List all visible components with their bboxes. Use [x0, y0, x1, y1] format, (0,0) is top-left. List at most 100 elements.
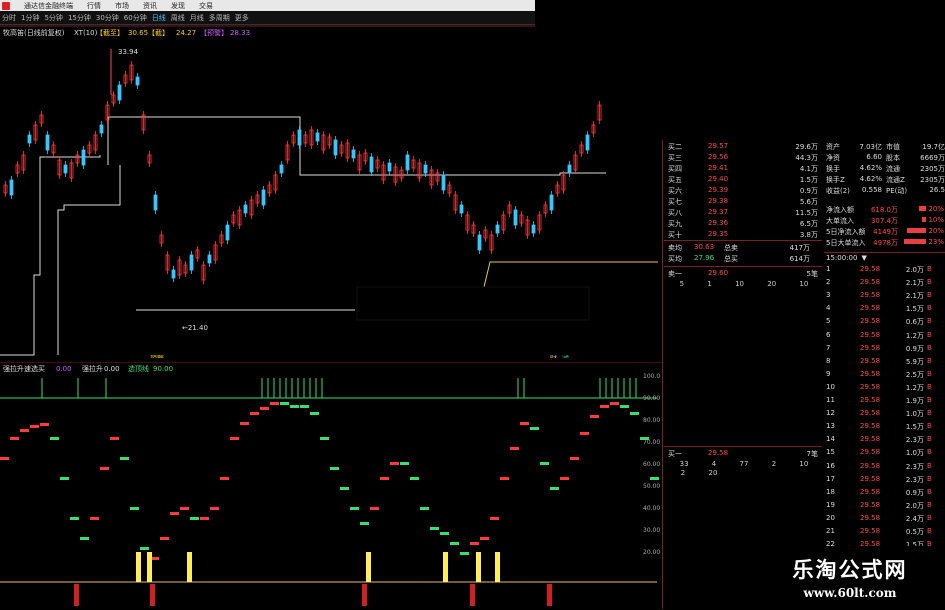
- redacted-block: [356, 286, 590, 321]
- candle-body: [243, 204, 248, 214]
- buy-level-label: 买九: [668, 220, 682, 228]
- indicator-tick-label: 70.00: [643, 439, 660, 446]
- stat-row: 换手Z 4.62% 流通Z 2305万: [826, 175, 945, 184]
- tab-15min[interactable]: 15分钟: [68, 13, 91, 23]
- indicator-label: XT(10): [74, 29, 98, 37]
- menu-trade[interactable]: 交易: [199, 1, 213, 11]
- indicator-tick-label: 30.00: [643, 527, 660, 534]
- menu-market[interactable]: 市场: [115, 1, 129, 11]
- indicator-chart[interactable]: 强拉升速选买 0.00 强拉升 0.00 选顶线 90.00 100.0 90.0…: [0, 362, 662, 609]
- tab-monthly[interactable]: 月线: [190, 13, 204, 23]
- oscillator-segment: [450, 542, 459, 545]
- candle-body: [477, 234, 482, 251]
- indicator-tick-label: 90.00: [643, 395, 660, 402]
- oscillator-segment: [390, 462, 399, 465]
- oscillator-segment: [0, 457, 9, 460]
- oscillator-segment: [260, 407, 269, 410]
- event-marker-0: 预警: [150, 354, 164, 358]
- app-title: 通达信金融终端: [24, 1, 73, 10]
- flow-row: 5日大单流入 4978万 23%: [826, 238, 944, 247]
- oscillator-segment: [170, 512, 179, 515]
- candle-body: [99, 124, 104, 134]
- stat-row: 换手 4.62% 流通 2305万: [826, 164, 945, 173]
- menu-news[interactable]: 资讯: [143, 1, 157, 11]
- candle-body: [495, 224, 500, 234]
- tick-row: 18 29.58 0.9万 B: [826, 487, 932, 497]
- sell-signal-bar: [470, 584, 475, 606]
- tick-header: 15:00:00 ▼: [826, 254, 867, 262]
- oscillator-segment: [80, 537, 89, 540]
- tick-row: 5 29.58 0.6万 B: [826, 317, 932, 327]
- buy-level-price: 29.40: [708, 175, 729, 183]
- buy-level-price: 29.37: [708, 208, 729, 216]
- oscillator-segment: [160, 537, 169, 540]
- tick-row: 17 29.58 2.3万 B: [826, 474, 932, 484]
- buy-level-label: 买七: [668, 198, 682, 206]
- buy-level-label: 买八: [668, 209, 682, 217]
- buy-level-label: 买二: [668, 143, 682, 151]
- buy-level-row[interactable]: 买十 29.35 3.8万: [668, 230, 820, 240]
- candle-body: [387, 162, 392, 172]
- candle-body: [225, 224, 230, 241]
- flow-bar: [907, 228, 926, 233]
- candle-body: [279, 164, 284, 174]
- oscillator-segment: [400, 462, 409, 465]
- candle-body: [117, 84, 122, 101]
- buy-level-price: 29.38: [708, 197, 729, 205]
- candle-body: [333, 139, 338, 156]
- oscillator-segment: [480, 537, 489, 540]
- oscillator-segment: [250, 412, 259, 415]
- flow-row: 净流入额 618.0万 20%: [826, 205, 944, 214]
- tab-30min[interactable]: 30分钟: [96, 13, 119, 23]
- oscillator-segment: [40, 423, 49, 426]
- menu-market-quotes[interactable]: 行情: [87, 1, 101, 11]
- buy-level-price: 29.39: [708, 186, 729, 194]
- buy-level-row[interactable]: 买二 29.57 29.6万: [668, 142, 820, 152]
- buy-level-row[interactable]: 买九 29.36 6.5万: [668, 219, 820, 229]
- tab-timeshare[interactable]: 分时: [2, 13, 16, 23]
- tab-60min[interactable]: 60分钟: [124, 13, 147, 23]
- candle-body: [135, 76, 140, 86]
- oscillator-segment: [370, 507, 379, 510]
- oscillator-segment: [570, 457, 579, 460]
- buy-level-volume: 11.5万: [795, 209, 818, 217]
- buy-level-row[interactable]: 买三 29.56 44.3万: [668, 153, 820, 163]
- candle-body: [351, 149, 356, 159]
- oscillator-segment: [190, 517, 199, 520]
- sell1-panel: 卖一 29.60 5笔 5 1 10 20 10: [664, 266, 822, 447]
- buy-level-volume: 0.9万: [799, 187, 818, 195]
- buy-level-row[interactable]: 买八 29.37 11.5万: [668, 208, 820, 218]
- tick-row: 16 29.58 2.3万 B: [826, 461, 932, 471]
- tab-5min[interactable]: 5分钟: [44, 13, 62, 23]
- buy1-row: 买一 29.58 7笔: [668, 449, 818, 458]
- buy-level-row[interactable]: 买七 29.38 5.6万: [668, 197, 820, 207]
- candle-body: [171, 269, 176, 279]
- buy1-queue-2: 2 20: [680, 469, 718, 477]
- tab-weekly[interactable]: 周线: [171, 13, 185, 23]
- oscillator-segment: [350, 507, 359, 510]
- oscillator-segment: [140, 547, 149, 550]
- menu-discover[interactable]: 发现: [171, 1, 185, 11]
- oscillator-segment: [410, 477, 419, 480]
- kline-chart[interactable]: 牧高笛(日线前复权) XT(10) 【截至】 30.65 【截】 24.27 【…: [0, 25, 662, 358]
- dropdown-arrow-icon[interactable]: ▼: [861, 254, 866, 262]
- buy-level-price: 29.41: [708, 164, 729, 172]
- buy-level-row[interactable]: 买四 29.41 4.1万: [668, 164, 820, 174]
- oscillator-segment: [210, 507, 219, 510]
- buy-level-row[interactable]: 买六 29.39 0.9万: [668, 186, 820, 196]
- sell-signal-bar: [150, 584, 155, 606]
- candle-body: [153, 194, 158, 211]
- oscillator-segment: [20, 429, 29, 432]
- oscillator-segment: [420, 507, 429, 510]
- buy-level-row[interactable]: 买五 29.40 1.5万: [668, 175, 820, 185]
- oscillator-segment: [110, 437, 119, 440]
- sell1-row: 卖一 29.60 5笔: [668, 269, 818, 278]
- tab-1min[interactable]: 1分钟: [21, 13, 39, 23]
- tab-multi-period[interactable]: 多周期: [209, 13, 230, 23]
- tab-more[interactable]: 更多: [235, 13, 249, 23]
- indicator-tick-label: 40.00: [643, 505, 660, 512]
- tab-daily[interactable]: 日线: [152, 13, 166, 23]
- indicator-title-value: 0.00: [56, 365, 72, 373]
- oscillator-segment: [180, 507, 189, 510]
- candle-body: [81, 149, 86, 166]
